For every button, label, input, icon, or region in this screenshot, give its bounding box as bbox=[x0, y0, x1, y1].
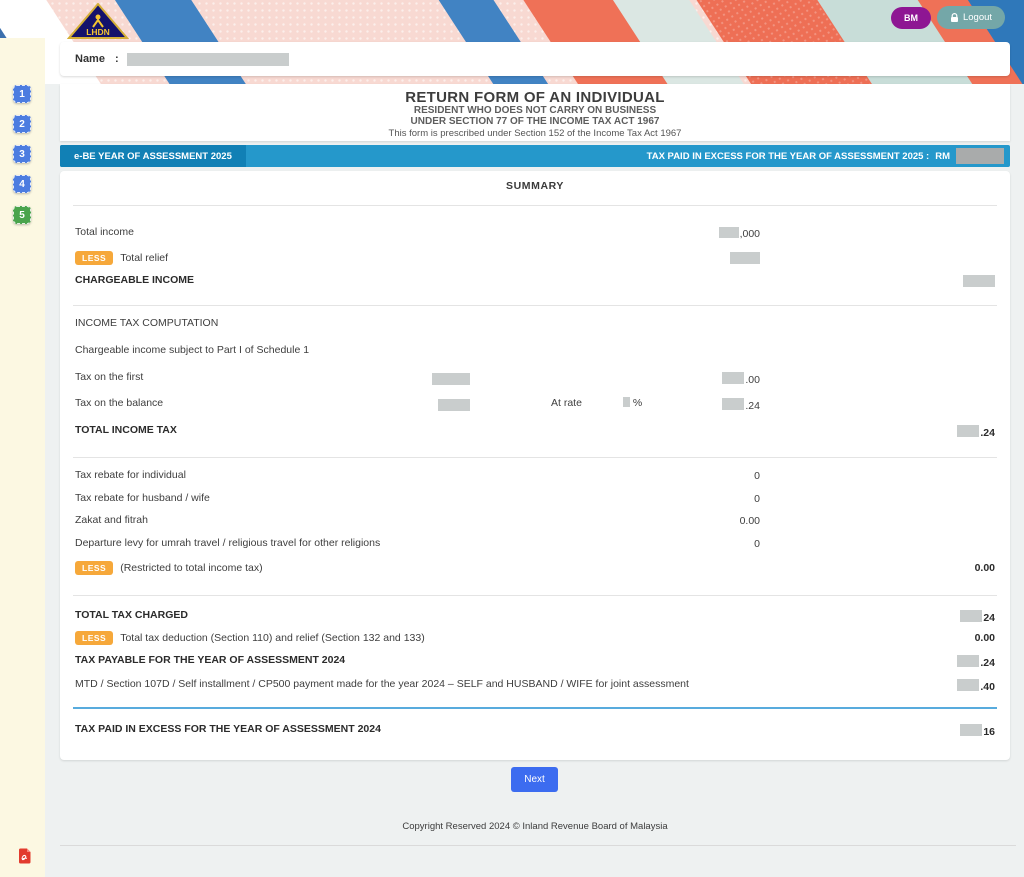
language-bm-button[interactable]: BM bbox=[891, 7, 931, 29]
name-bar: Name : bbox=[60, 42, 1010, 76]
excess-2025-amount-redacted bbox=[956, 148, 1004, 164]
sidebar-step-2[interactable]: 2 bbox=[13, 115, 31, 133]
row-schedule-note: Chargeable income subject to Part I of S… bbox=[75, 344, 995, 360]
lock-icon bbox=[950, 13, 959, 23]
divider bbox=[73, 205, 997, 206]
redacted-value bbox=[722, 372, 744, 384]
lhdn-logo-text: LHDN bbox=[86, 27, 110, 37]
redacted-value bbox=[432, 373, 470, 385]
redacted-value bbox=[730, 252, 760, 264]
form-subtitle-2: UNDER SECTION 77 OF THE INCOME TAX ACT 1… bbox=[60, 117, 1010, 128]
excess-2025-summary: TAX PAID IN EXCESS FOR THE YEAR OF ASSES… bbox=[647, 148, 1010, 164]
excess-2025-label: TAX PAID IN EXCESS FOR THE YEAR OF ASSES… bbox=[647, 151, 930, 162]
redacted-value bbox=[957, 679, 979, 691]
lhdn-logo-triangle: LHDN bbox=[67, 3, 129, 39]
summary-heading: SUMMARY bbox=[60, 180, 1010, 192]
row-tax-paid-excess: TAX PAID IN EXCESS FOR THE YEAR OF ASSES… bbox=[75, 723, 995, 739]
logout-button[interactable]: Logout bbox=[937, 6, 1005, 29]
divider bbox=[73, 595, 997, 596]
redacted-value bbox=[960, 724, 982, 736]
row-tax-on-first: Tax on the first .00 bbox=[75, 371, 995, 387]
row-tax-payable: TAX PAYABLE FOR THE YEAR OF ASSESSMENT 2… bbox=[75, 654, 995, 670]
row-less-deduction: LESSTotal tax deduction (Section 110) an… bbox=[75, 631, 995, 647]
row-less-restricted: LESS(Restricted to total income tax) 0.0… bbox=[75, 561, 995, 577]
row-rebate-husband-wife: Tax rebate for husband / wife 0 bbox=[75, 492, 995, 508]
form-note: This form is prescribed under Section 15… bbox=[60, 128, 1010, 139]
summary-card: SUMMARY Total income ,000 LESSTotal reli… bbox=[60, 171, 1010, 760]
row-rebate-individual: Tax rebate for individual 0 bbox=[75, 469, 995, 485]
redacted-value bbox=[957, 425, 979, 437]
footer-copyright: Copyright Reserved 2024 © Inland Revenue… bbox=[60, 821, 1010, 832]
name-value-redacted bbox=[127, 53, 289, 66]
divider bbox=[73, 457, 997, 458]
logout-label: Logout bbox=[963, 12, 992, 23]
row-total-income: Total income ,000 bbox=[75, 226, 995, 242]
pdf-file-icon[interactable] bbox=[18, 848, 31, 864]
row-chargeable-income: CHARGEABLE INCOME bbox=[75, 274, 995, 290]
redacted-value bbox=[438, 399, 470, 411]
form-subtitle-1: RESIDENT WHO DOES NOT CARRY ON BUSINESS bbox=[60, 106, 1010, 117]
row-mtd-payment: MTD / Section 107D / Self installment / … bbox=[75, 678, 995, 694]
divider bbox=[73, 305, 997, 306]
sidebar-step-3[interactable]: 3 bbox=[13, 145, 31, 163]
less-badge: LESS bbox=[75, 251, 113, 265]
form-title-card: RETURN FORM OF AN INDIVIDUAL RESIDENT WH… bbox=[60, 84, 1010, 141]
form-title: RETURN FORM OF AN INDIVIDUAL bbox=[60, 89, 1010, 106]
assessment-bar: e-BE YEAR OF ASSESSMENT 2025 TAX PAID IN… bbox=[60, 145, 1010, 167]
sidebar-step-1[interactable]: 1 bbox=[13, 85, 31, 103]
sidebar-step-5-current[interactable]: 5 bbox=[13, 206, 31, 224]
less-badge: LESS bbox=[75, 631, 113, 645]
redacted-value bbox=[722, 398, 744, 410]
redacted-value bbox=[719, 227, 739, 238]
sidebar-step-4[interactable]: 4 bbox=[13, 175, 31, 193]
footer-divider bbox=[60, 845, 1016, 846]
form-type-label: e-BE YEAR OF ASSESSMENT 2025 bbox=[60, 145, 246, 167]
row-total-tax-charged: TOTAL TAX CHARGED 24 bbox=[75, 609, 995, 625]
name-separator: : bbox=[115, 53, 119, 65]
next-button[interactable]: Next bbox=[511, 767, 558, 792]
row-departure-levy: Departure levy for umrah travel / religi… bbox=[75, 537, 995, 553]
name-label: Name bbox=[75, 53, 105, 65]
row-zakat-fitrah: Zakat and fitrah 0.00 bbox=[75, 514, 995, 530]
row-computation-heading: INCOME TAX COMPUTATION bbox=[75, 317, 995, 333]
row-total-relief: LESSTotal relief bbox=[75, 251, 995, 267]
currency-label: RM bbox=[935, 151, 950, 162]
redacted-value bbox=[960, 610, 982, 622]
less-badge: LESS bbox=[75, 561, 113, 575]
redacted-value bbox=[957, 655, 979, 667]
row-tax-on-balance: Tax on the balance At rate % .24 bbox=[75, 397, 995, 413]
redacted-value bbox=[963, 275, 995, 287]
step-sidebar: 1 2 3 4 5 bbox=[0, 38, 45, 877]
redacted-value bbox=[623, 397, 630, 407]
row-total-income-tax: TOTAL INCOME TAX .24 bbox=[75, 424, 995, 440]
result-divider-line bbox=[73, 707, 997, 709]
